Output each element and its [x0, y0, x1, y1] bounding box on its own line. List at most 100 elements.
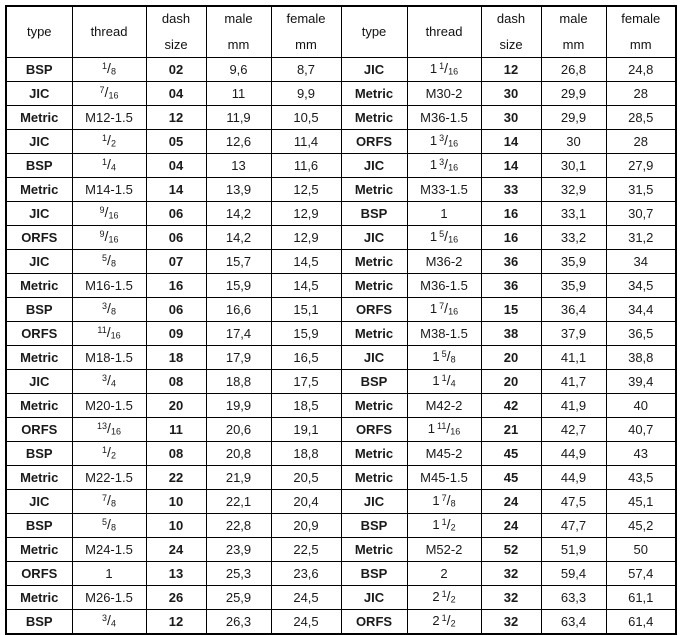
cell-dash-size: 11: [145, 417, 207, 442]
cell-dash-size: 33: [480, 177, 542, 202]
cell-type-label: JIC: [363, 589, 385, 605]
cell-dash-size: 08: [145, 369, 207, 394]
cell-type-label: Metric: [20, 181, 59, 197]
thread-value: M45-2: [425, 445, 463, 461]
cell-thread: M12-1.5: [71, 105, 147, 130]
cell-female-mm: 31,5: [605, 177, 677, 202]
thread-fraction: 1/2: [102, 132, 116, 150]
header-type-right-label: type: [361, 24, 387, 40]
cell-male-mm: 30,1: [540, 153, 607, 178]
cell-male-mm: 26,8: [540, 57, 607, 82]
header-female-left-line1: female: [286, 11, 326, 27]
thread-fraction: 5/8: [102, 252, 116, 270]
cell-type-label: BSP: [360, 373, 388, 389]
cell-thread: M38-1.5: [406, 321, 482, 346]
cell-male-label: 22,1: [225, 493, 252, 509]
header-type-left-label: type: [26, 24, 52, 40]
cell-thread: M33-1.5: [406, 177, 482, 202]
table-row: BSP 5/8 10 22,8 20,9 BSP 1 1/2 24 47,7 45,2: [5, 513, 677, 538]
cell-thread: 9/16: [71, 225, 147, 250]
cell-thread: 3/8: [71, 297, 147, 322]
header-dash-left: dash size: [145, 5, 207, 58]
cell-female-mm: 12,9: [270, 201, 342, 226]
cell-male-label: 36,4: [560, 301, 587, 317]
cell-male-label: 18,8: [225, 373, 252, 389]
cell-female-label: 9,9: [296, 85, 316, 101]
cell-male-label: 33,2: [560, 229, 587, 245]
cell-female-mm: 19,1: [270, 417, 342, 442]
cell-dash-label: 06: [168, 301, 184, 317]
cell-male-label: 29,9: [560, 85, 587, 101]
thread-fraction: 1 1/2: [432, 516, 456, 534]
cell-female-mm: 28,5: [605, 105, 677, 130]
cell-type: Metric: [5, 345, 73, 370]
cell-female-mm: 10,5: [270, 105, 342, 130]
cell-dash-size: 32: [480, 561, 542, 586]
table-row: BSP 3/4 12 26,3 24,5 ORFS 2 1/2 32 63,4 61,4: [5, 609, 677, 635]
cell-thread: M36-1.5: [406, 273, 482, 298]
cell-thread: 13/16: [406, 153, 482, 178]
cell-female-label: 57,4: [628, 565, 654, 581]
cell-type-label: BSP: [25, 517, 53, 533]
cell-female-mm: 11,6: [270, 153, 342, 178]
cell-thread: M52-2: [406, 537, 482, 562]
cell-dash-label: 04: [168, 157, 184, 173]
cell-dash-label: 14: [168, 181, 184, 197]
cell-type: Metric: [5, 537, 73, 562]
cell-type: BSP: [5, 441, 73, 466]
cell-dash-size: 12: [145, 609, 207, 635]
cell-type: Metric: [340, 81, 408, 106]
cell-type-label: ORFS: [355, 421, 393, 437]
cell-type: BSP: [5, 153, 73, 178]
thread-value: M45-1.5: [420, 469, 468, 485]
table-row: ORFS 1 13 25,3 23,6 BSP 2 32 59,4 57,4: [5, 561, 677, 586]
cell-male-label: 13,9: [225, 181, 252, 197]
cell-male-mm: 14,2: [205, 201, 272, 226]
cell-male-mm: 47,7: [540, 513, 607, 538]
cell-female-mm: 30,7: [605, 201, 677, 226]
cell-male-label: 42,7: [560, 421, 587, 437]
thread-value: 2: [440, 565, 448, 581]
cell-female-label: 12,9: [293, 229, 319, 245]
cell-male-mm: 18,8: [205, 369, 272, 394]
cell-type: Metric: [340, 105, 408, 130]
cell-type: ORFS: [340, 129, 408, 154]
cell-female-mm: 20,4: [270, 489, 342, 514]
thread-fraction: 5/8: [102, 516, 116, 534]
cell-type-label: Metric: [20, 397, 59, 413]
cell-type: Metric: [340, 441, 408, 466]
cell-type-label: ORFS: [355, 613, 393, 629]
cell-type: BSP: [340, 369, 408, 394]
cell-type-label: BSP: [360, 565, 388, 581]
cell-female-label: 61,4: [628, 613, 654, 629]
cell-female-label: 10,5: [293, 109, 319, 125]
cell-female-mm: 9,9: [270, 81, 342, 106]
cell-type: Metric: [5, 393, 73, 418]
cell-dash-size: 14: [145, 177, 207, 202]
thread-fraction: 1 5/8: [432, 348, 456, 366]
cell-thread: M16-1.5: [71, 273, 147, 298]
cell-male-label: 9,6: [229, 61, 248, 77]
cell-male-label: 14,2: [225, 229, 252, 245]
cell-male-mm: 25,3: [205, 561, 272, 586]
cell-dash-size: 04: [145, 153, 207, 178]
cell-thread: M45-1.5: [406, 465, 482, 490]
cell-male-label: 59,4: [560, 565, 587, 581]
cell-type: Metric: [5, 105, 73, 130]
cell-dash-size: 18: [145, 345, 207, 370]
thread-fraction: 1/2: [102, 444, 116, 462]
header-thread-right: thread: [406, 5, 482, 58]
cell-male-mm: 15,9: [205, 273, 272, 298]
cell-dash-label: 13: [168, 565, 184, 581]
cell-dash-label: 10: [168, 517, 184, 533]
thread-fraction: 9/16: [99, 204, 119, 222]
header-row: type thread dash size male mm female mm …: [5, 5, 677, 58]
cell-female-label: 38,8: [628, 349, 654, 365]
cell-type-label: JIC: [363, 349, 385, 365]
cell-male-mm: 44,9: [540, 465, 607, 490]
cell-male-label: 26,8: [560, 61, 587, 77]
thread-value: 1: [440, 205, 448, 221]
cell-male-label: 23,9: [225, 541, 252, 557]
thread-fraction: 3/4: [102, 612, 116, 630]
cell-dash-label: 14: [503, 157, 519, 173]
